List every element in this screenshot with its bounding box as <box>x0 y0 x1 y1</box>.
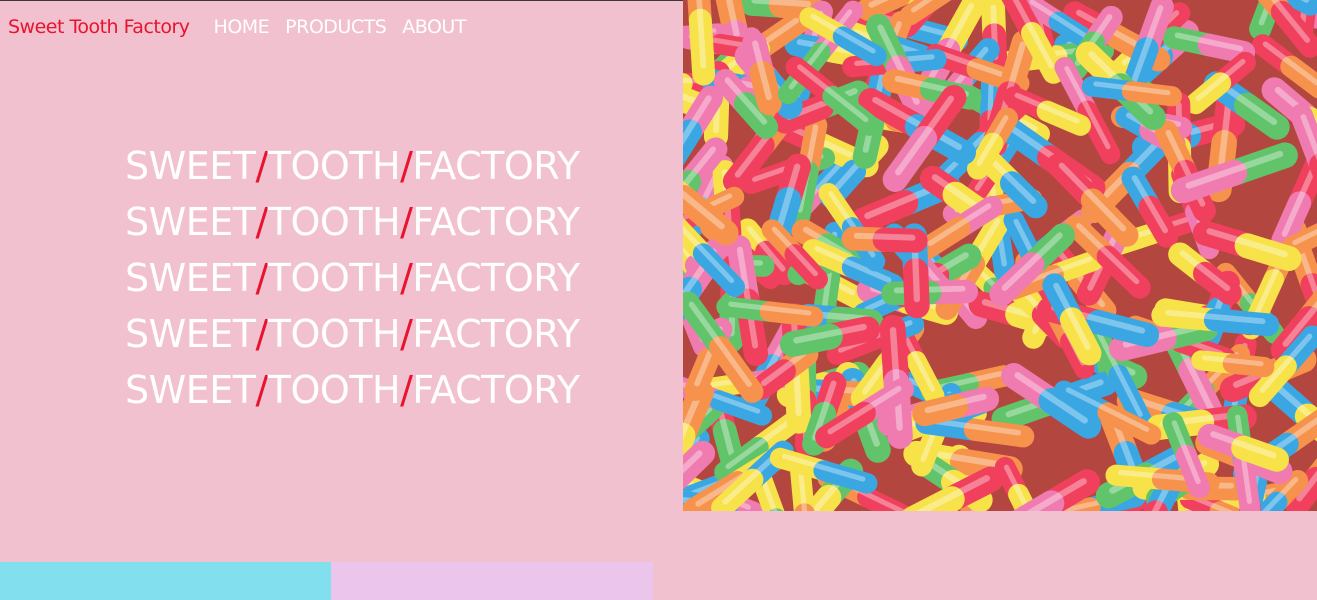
hero-slash: / <box>400 144 413 188</box>
hero-word-sweet: SWEET <box>125 312 256 356</box>
hero-word-sweet: SWEET <box>125 200 256 244</box>
hero-line: SWEET/TOOTH/FACTORY <box>125 194 580 250</box>
hero-text-block: SWEET/TOOTH/FACTORY SWEET/TOOTH/FACTORY … <box>125 138 580 418</box>
gummy-worm-sugar-highlight <box>751 0 812 8</box>
hero-slash: / <box>400 368 413 412</box>
top-navigation: Sweet Tooth Factory HOME PRODUCTS ABOUT <box>8 12 482 42</box>
hero-slash: / <box>255 312 268 356</box>
hero-line: SWEET/TOOTH/FACTORY <box>125 250 580 306</box>
hero-word-sweet: SWEET <box>125 256 256 300</box>
hero-word-factory: FACTORY <box>412 368 580 412</box>
hero-slash: / <box>255 256 268 300</box>
gummy-worms-illustration <box>683 0 1317 511</box>
hero-slash: / <box>400 256 413 300</box>
hero-word-tooth: TOOTH <box>267 200 401 244</box>
hero-word-tooth: TOOTH <box>267 256 401 300</box>
gummy-worm-sugar-highlight <box>853 232 916 241</box>
hero-slash: / <box>255 200 268 244</box>
hero-slash: / <box>400 200 413 244</box>
hero-line: SWEET/TOOTH/FACTORY <box>125 306 580 362</box>
hero-word-tooth: TOOTH <box>267 144 401 188</box>
hero-word-factory: FACTORY <box>412 144 580 188</box>
hero-word-tooth: TOOTH <box>267 312 401 356</box>
hero-slash: / <box>255 368 268 412</box>
hero-word-factory: FACTORY <box>412 200 580 244</box>
nav-link-products[interactable]: PRODUCTS <box>285 16 387 38</box>
hero-line: SWEET/TOOTH/FACTORY <box>125 362 580 418</box>
nav-link-about[interactable]: ABOUT <box>402 16 466 38</box>
product-tile-blue <box>0 562 331 600</box>
hero-slash: / <box>255 144 268 188</box>
page: Sweet Tooth Factory HOME PRODUCTS ABOUT … <box>0 0 1317 600</box>
hero-word-sweet: SWEET <box>125 368 256 412</box>
hero-word-sweet: SWEET <box>125 144 256 188</box>
hero-word-factory: FACTORY <box>412 256 580 300</box>
brand-link[interactable]: Sweet Tooth Factory <box>8 16 190 38</box>
hero-word-factory: FACTORY <box>412 312 580 356</box>
gummy-worms-image <box>683 0 1317 511</box>
product-tile-lilac <box>331 562 653 600</box>
nav-link-home[interactable]: HOME <box>214 16 270 38</box>
hero-slash: / <box>400 312 413 356</box>
hero-word-tooth: TOOTH <box>267 368 401 412</box>
hero-line: SWEET/TOOTH/FACTORY <box>125 138 580 194</box>
